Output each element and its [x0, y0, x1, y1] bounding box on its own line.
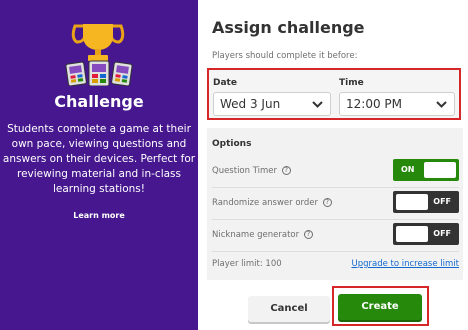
devices-icon — [65, 60, 133, 86]
question-timer-toggle[interactable]: ON — [393, 159, 459, 181]
date-label: Date — [213, 78, 237, 88]
upgrade-link[interactable]: Upgrade to increase limit — [351, 259, 459, 269]
toggle-state: OFF — [433, 229, 451, 238]
mode-info-panel: Challenge Students complete a game at th… — [0, 0, 198, 330]
randomize-answer-order-toggle[interactable]: OFF — [393, 191, 459, 213]
chevron-down-icon — [436, 101, 447, 108]
deadline-picker: Date Time Wed 3 Jun 12:00 PM — [207, 68, 461, 120]
option-randomize-answer-order: Randomize answer order ? OFF — [212, 190, 459, 220]
create-button[interactable]: Create — [338, 294, 422, 320]
time-select[interactable]: 12:00 PM — [339, 92, 455, 116]
trophy-icon — [71, 24, 125, 61]
toggle-state: OFF — [433, 197, 451, 206]
help-icon[interactable]: ? — [281, 166, 291, 175]
toggle-knob — [396, 226, 428, 242]
mode-description: Students complete a game at their own pa… — [2, 123, 196, 195]
option-question-timer: Question Timer ? ON — [212, 158, 459, 188]
options-title: Options — [212, 139, 252, 149]
toggle-knob — [424, 162, 456, 178]
time-value: 12:00 PM — [346, 97, 402, 111]
time-label: Time — [339, 78, 364, 88]
option-label: Nickname generator — [212, 230, 300, 240]
learn-more-link[interactable]: Learn more — [0, 211, 198, 220]
option-nickname-generator: Nickname generator ? OFF — [212, 222, 459, 252]
help-icon[interactable]: ? — [322, 198, 332, 207]
mode-title: Challenge — [54, 92, 144, 111]
date-select[interactable]: Wed 3 Jun — [213, 92, 331, 116]
options-section: Options Question Timer ? ON Randomize an… — [207, 128, 463, 280]
help-icon[interactable]: ? — [303, 230, 313, 239]
player-limit-text: Player limit: 100 — [212, 259, 282, 269]
deadline-instruction: Players should complete it before: — [212, 51, 358, 61]
toggle-knob — [396, 194, 428, 210]
nickname-generator-toggle[interactable]: OFF — [393, 223, 459, 245]
cancel-button[interactable]: Cancel — [248, 296, 330, 322]
chevron-down-icon — [312, 101, 323, 108]
toggle-state: ON — [401, 165, 415, 174]
page-title: Assign challenge — [212, 18, 365, 37]
option-label: Randomize answer order — [212, 198, 319, 208]
date-value: Wed 3 Jun — [220, 97, 281, 111]
option-label: Question Timer — [212, 166, 278, 176]
